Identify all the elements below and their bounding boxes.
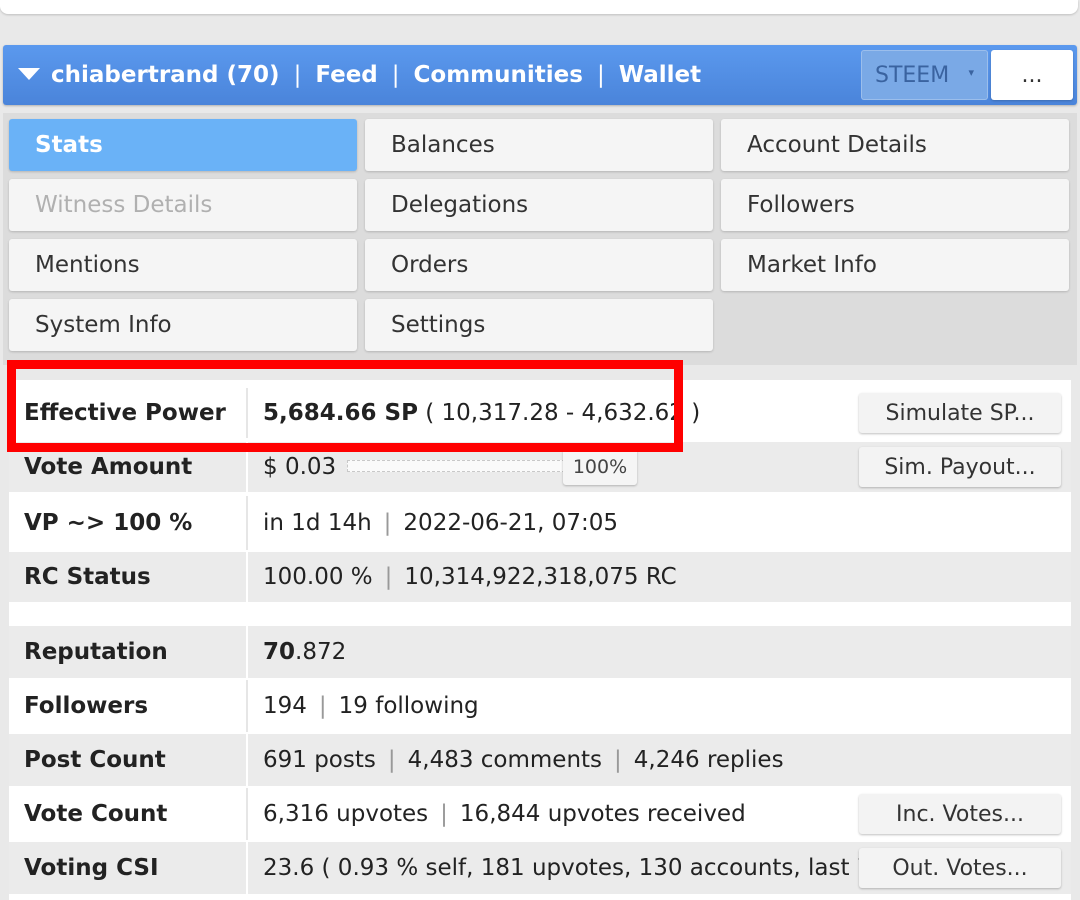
- vote-weight-percent-button[interactable]: 100%: [563, 449, 637, 485]
- top-navbar: chiabertrand (70) | Feed | Communities |…: [3, 45, 1077, 105]
- effective-power-sp: 5,684.66 SP: [263, 400, 418, 426]
- reputation-value: 70.872: [248, 626, 346, 678]
- vote-count-label: Vote Count: [9, 788, 248, 840]
- reputation-label: Reputation: [9, 626, 248, 678]
- vote-amount-usd: $ 0.03: [263, 454, 337, 480]
- simulate-sp-button[interactable]: Simulate SP...: [859, 393, 1061, 433]
- menu-settings[interactable]: Settings: [365, 299, 713, 351]
- post-count-posts: 691 posts: [263, 747, 376, 773]
- rc-amount: 10,314,922,318,075 RC: [404, 564, 677, 590]
- dropdown-arrow-icon: ▾: [968, 66, 974, 79]
- outgoing-votes-button[interactable]: Out. Votes...: [859, 848, 1061, 888]
- menu-balances[interactable]: Balances: [365, 119, 713, 171]
- sim-payout-button[interactable]: Sim. Payout...: [859, 447, 1061, 487]
- effective-power-detail: ( 10,317.28 - 4,632.62 ): [417, 400, 701, 426]
- vp-time: in 1d 14h: [263, 510, 372, 536]
- chain-select[interactable]: STEEM ▾: [861, 50, 988, 100]
- separator: |: [318, 693, 327, 719]
- nav-user-link[interactable]: chiabertrand (70): [51, 62, 280, 88]
- menu-panel: Stats Balances Account Details Witness D…: [3, 113, 1077, 365]
- vote-count-upvotes: 6,316 upvotes: [263, 801, 429, 827]
- menu-witness-details: Witness Details: [9, 179, 357, 231]
- rc-percent: 100.00 %: [263, 564, 373, 590]
- separator: |: [387, 747, 396, 773]
- vp-value: in 1d 14h | 2022-06-21, 07:05: [248, 496, 618, 550]
- rc-status-row: RC Status 100.00 % | 10,314,922,318,075 …: [9, 552, 1071, 602]
- separator: |: [440, 801, 448, 827]
- post-count-row: Post Count 691 posts | 4,483 comments | …: [9, 734, 1071, 786]
- caret-down-icon[interactable]: [18, 68, 40, 80]
- voting-csi-value: 23.6 ( 0.93 % self, 181 upvotes, 130 acc…: [263, 855, 903, 881]
- stats-table: Effective Power 5,684.66 SP ( 10,317.28 …: [9, 380, 1071, 900]
- top-card-stub: [0, 0, 1078, 14]
- followers-value: 194 | 19 following: [248, 680, 479, 732]
- menu-market-info[interactable]: Market Info: [721, 239, 1069, 291]
- post-count-replies: 4,246 replies: [633, 747, 784, 773]
- post-count-value: 691 posts | 4,483 comments | 4,246 repli…: [248, 734, 784, 786]
- effective-power-value: 5,684.66 SP ( 10,317.28 - 4,632.62 ): [248, 388, 700, 438]
- separator: |: [614, 747, 622, 773]
- nav-wallet-link[interactable]: Wallet: [619, 62, 701, 88]
- menu-stats[interactable]: Stats: [9, 119, 357, 171]
- following-count: 19 following: [338, 693, 479, 719]
- incoming-votes-button[interactable]: Inc. Votes...: [859, 794, 1061, 834]
- followers-row: Followers 194 | 19 following: [9, 680, 1071, 732]
- vote-count-received: 16,844 upvotes received: [459, 801, 746, 827]
- menu-system-info[interactable]: System Info: [9, 299, 357, 351]
- menu-orders[interactable]: Orders: [365, 239, 713, 291]
- vp-row: VP ~> 100 % in 1d 14h | 2022-06-21, 07:0…: [9, 496, 1071, 550]
- nav-feed-link[interactable]: Feed: [315, 62, 377, 88]
- voting-csi-row: Voting CSI 23.6 ( 0.93 % self, 181 upvot…: [9, 842, 1071, 894]
- chain-select-label: STEEM: [875, 62, 950, 88]
- followers-label: Followers: [9, 680, 248, 732]
- vp-label: VP ~> 100 %: [9, 496, 248, 550]
- vote-amount-row: Vote Amount $ 0.03 100% Sim. Payout...: [9, 442, 1071, 492]
- nav-separator: |: [391, 62, 400, 88]
- menu-delegations[interactable]: Delegations: [365, 179, 713, 231]
- nav-separator: |: [293, 62, 302, 88]
- effective-power-row: Effective Power 5,684.66 SP ( 10,317.28 …: [9, 388, 1071, 438]
- voting-csi-label: Voting CSI: [9, 842, 248, 894]
- vote-amount-value: $ 0.03: [248, 442, 336, 492]
- effective-power-label: Effective Power: [9, 388, 248, 438]
- nav-separator: |: [596, 62, 605, 88]
- reputation-row: Reputation 70.872: [9, 626, 1071, 678]
- nav-communities-link[interactable]: Communities: [414, 62, 583, 88]
- followers-count: 194: [263, 693, 307, 719]
- menu-followers[interactable]: Followers: [721, 179, 1069, 231]
- vote-count-row: Vote Count 6,316 upvotes | 16,844 upvote…: [9, 788, 1071, 840]
- reputation-decimal: .872: [295, 639, 347, 665]
- more-button[interactable]: ...: [991, 50, 1073, 100]
- post-count-label: Post Count: [9, 734, 248, 786]
- separator: |: [384, 564, 393, 590]
- vote-count-value: 6,316 upvotes | 16,844 upvotes received: [248, 788, 746, 840]
- reputation-integer: 70: [263, 639, 296, 665]
- rc-status-value: 100.00 % | 10,314,922,318,075 RC: [248, 552, 677, 602]
- menu-account-details[interactable]: Account Details: [721, 119, 1069, 171]
- rc-status-label: RC Status: [9, 552, 248, 602]
- post-count-comments: 4,483 comments: [407, 747, 603, 773]
- menu-mentions[interactable]: Mentions: [9, 239, 357, 291]
- separator: |: [383, 510, 392, 536]
- vote-weight-slider[interactable]: [347, 460, 565, 472]
- vp-date: 2022-06-21, 07:05: [403, 510, 618, 536]
- vote-amount-label: Vote Amount: [9, 442, 248, 492]
- nav-links: chiabertrand (70) | Feed | Communities |…: [51, 45, 701, 105]
